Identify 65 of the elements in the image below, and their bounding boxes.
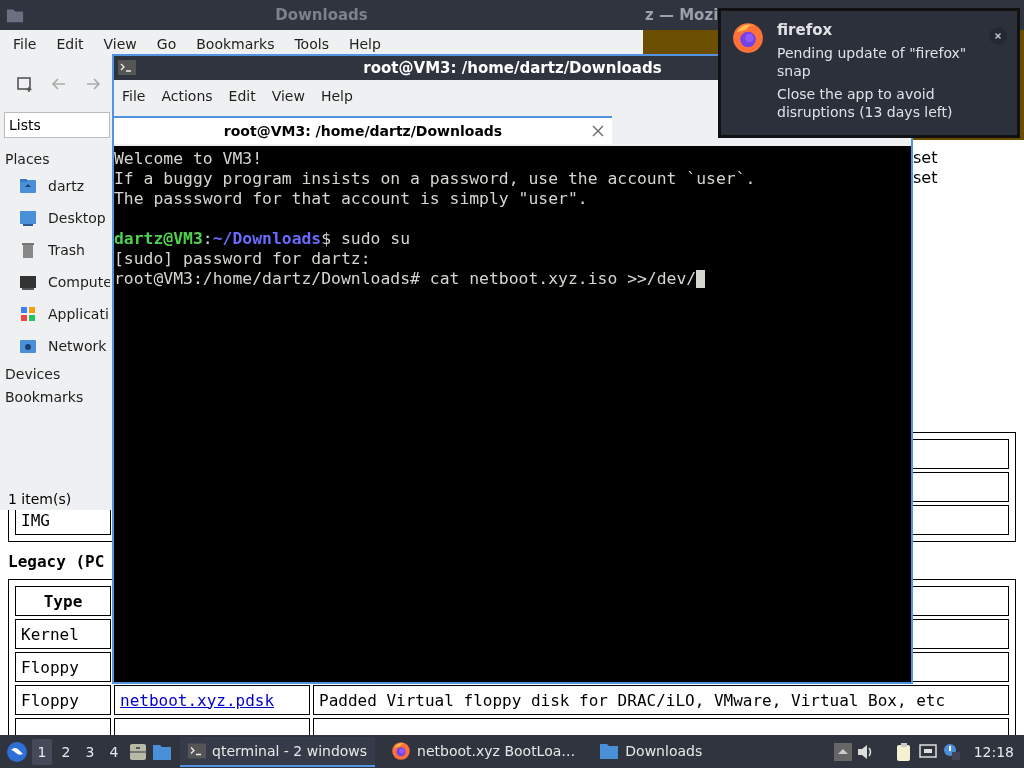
terminal-line: Welcome to VM3! xyxy=(114,149,263,169)
sidebar-section[interactable]: Places xyxy=(5,148,110,170)
menu-item[interactable]: File xyxy=(3,36,47,52)
menu-item[interactable]: Tools xyxy=(284,36,339,52)
new-window-icon[interactable] xyxy=(16,75,34,93)
desktop-icon xyxy=(18,208,38,228)
terminal-line: dartz@VM3:~/Downloads$ sudo su xyxy=(114,229,411,249)
file-link[interactable]: netboot.xyz.pdsk xyxy=(120,690,275,710)
table-cell: Floppy xyxy=(15,652,111,682)
terminal-line: root@VM3:/home/dartz/Downloads# cat netboot.xyz.iso >>/dev/ xyxy=(114,269,697,289)
sidebar-item[interactable]: Network xyxy=(5,330,110,362)
taskbar-button[interactable]: netboot.xyz BootLoa… xyxy=(383,736,584,767)
menu-item[interactable]: View xyxy=(263,88,313,104)
sidebar-item[interactable]: dartz xyxy=(5,170,110,202)
table-cell: Padded Virtual floppy disk for DRAC/iLO, VMware, Virtual Box, etc xyxy=(313,685,1009,715)
menu-item[interactable]: View xyxy=(93,36,147,52)
terminal-icon xyxy=(118,60,136,75)
start-menu-icon[interactable] xyxy=(6,740,28,763)
volume-icon[interactable] xyxy=(855,742,874,761)
workspace-button[interactable]: 3 xyxy=(80,738,100,765)
terminal-icon xyxy=(188,741,206,760)
menu-item[interactable]: Actions xyxy=(153,88,221,104)
window-title: root@VM3: /home/dartz/Downloads xyxy=(363,59,662,77)
terminal-line: [sudo] password for dartz: xyxy=(114,249,371,269)
firefox-icon xyxy=(391,740,412,761)
table-cell: Floppy xyxy=(15,685,111,715)
workspace-button[interactable]: 2 xyxy=(56,738,76,765)
terminal-tab[interactable]: root@VM3: /home/dartz/Downloads xyxy=(114,116,612,144)
applications-icon xyxy=(18,304,38,324)
file-cabinet-icon[interactable] xyxy=(128,741,148,762)
table-cell: Kernel xyxy=(15,619,111,649)
sidebar-item[interactable]: Trash xyxy=(5,234,110,266)
clock[interactable]: 12:18 xyxy=(973,743,1014,760)
menu-item[interactable]: Bookmarks xyxy=(186,36,285,52)
sidebar-section[interactable]: Bookmarks xyxy=(5,385,110,408)
notification-text: Pending update of "firefox" snap xyxy=(777,44,968,80)
notification-icon[interactable] xyxy=(941,741,962,762)
home-folder-icon xyxy=(18,176,38,196)
location-field[interactable]: Lists xyxy=(4,112,110,138)
page-text: set xyxy=(913,148,939,168)
notification-title: firefox xyxy=(777,21,834,39)
menu-item[interactable]: Help xyxy=(312,88,361,104)
menu-item[interactable]: Edit xyxy=(46,36,94,52)
window-title: Downloads xyxy=(275,6,368,24)
menu-item[interactable]: Go xyxy=(146,36,187,52)
firefox-icon xyxy=(731,21,765,55)
notification-text: Close the app to avoid disruptions (13 days left) xyxy=(777,85,954,121)
taskbar-button[interactable]: qterminal - 2 windows xyxy=(180,736,376,767)
section-heading: Legacy (PC xyxy=(8,552,106,572)
menu-item[interactable]: Help xyxy=(338,36,391,52)
window-title: z — Mozi xyxy=(645,6,719,24)
menu-item[interactable]: Edit xyxy=(220,88,264,104)
terminal-line: The passsword for that account is simply "user". xyxy=(114,189,588,209)
workspace-button[interactable]: 1 xyxy=(32,738,52,765)
close-icon[interactable] xyxy=(989,27,1007,45)
table-header: Type xyxy=(15,586,111,616)
menu-item[interactable]: File xyxy=(114,88,154,104)
sidebar-item[interactable]: Desktop xyxy=(5,202,110,234)
sidebar-section[interactable]: Devices xyxy=(5,362,110,385)
workspace-button[interactable]: 4 xyxy=(104,738,124,765)
terminal-line: If a buggy program insists on a password, use the account `user`. xyxy=(114,169,756,189)
close-icon[interactable] xyxy=(592,125,604,137)
page-text: set xyxy=(913,168,939,188)
sidebar-item[interactable]: Applicati xyxy=(5,298,110,330)
taskbar-button[interactable]: Downloads xyxy=(591,736,711,767)
